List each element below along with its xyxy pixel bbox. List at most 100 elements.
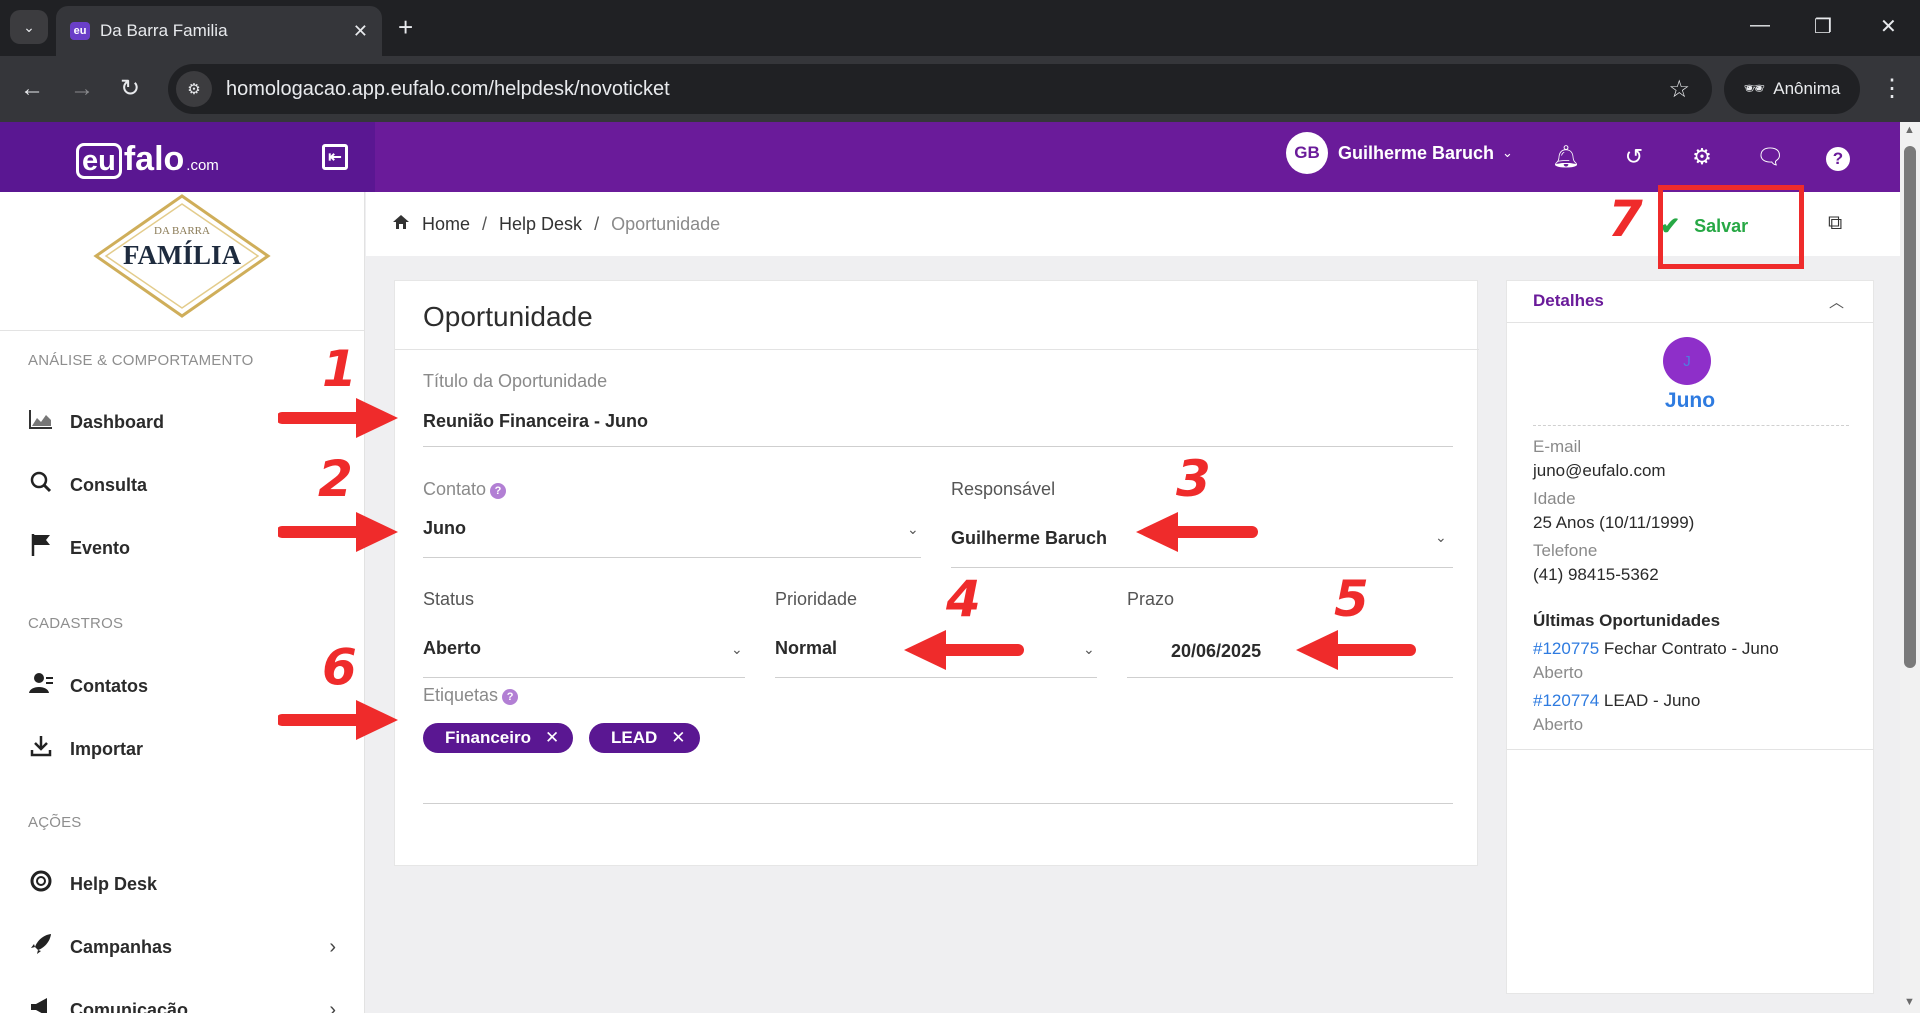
history-icon[interactable]: ↺ (1620, 144, 1648, 170)
responsavel-label: Responsável (951, 479, 1056, 499)
opportunity-form-card: Oportunidade Título da Oportunidade Reun… (394, 280, 1479, 866)
tab-title: Da Barra Familia (100, 21, 228, 40)
status-label: Status (423, 589, 475, 609)
tag-chip[interactable]: LEAD ✕ (589, 723, 700, 753)
breadcrumb-home[interactable]: Home (422, 214, 470, 235)
lifebuoy-icon (26, 870, 56, 898)
sidebar-item-help-desk[interactable]: Help Desk (26, 864, 346, 904)
collapse-sidebar-icon[interactable]: ⇤ (322, 144, 348, 170)
prioridade-select[interactable]: Normal (775, 638, 837, 659)
chevron-down-icon[interactable]: ⌄ (1435, 529, 1447, 546)
open-window-icon[interactable]: ⧉ (1828, 212, 1842, 235)
sidebar-item-label: Consulta (70, 474, 148, 495)
opportunity-status: Aberto (1533, 663, 1584, 682)
search-icon (26, 471, 56, 499)
bell-icon[interactable]: 🔔︎ (1552, 144, 1580, 170)
download-icon (26, 735, 56, 763)
chevron-down-icon: ⌄ (1502, 145, 1513, 160)
reload-icon[interactable]: ↻ (120, 74, 140, 104)
sidebar-item-comunicacao[interactable]: Comunicação › (26, 990, 346, 1013)
prioridade-label: Prioridade (775, 589, 858, 609)
favicon-icon: eu (70, 22, 90, 40)
home-icon[interactable] (392, 214, 410, 235)
chevron-down-icon[interactable]: ⌄ (1083, 641, 1095, 658)
logo-eu: eu (76, 143, 122, 179)
prazo-underline (1127, 677, 1453, 678)
details-title: Detalhes (1533, 291, 1604, 310)
user-menu[interactable]: GB Guilherme Baruch ⌄ (1286, 132, 1513, 174)
scroll-up-icon[interactable]: ▲ (1904, 124, 1915, 136)
email-label: E-mail (1533, 437, 1582, 456)
ultimas-oportunidades-title: Últimas Oportunidades (1533, 611, 1721, 630)
eufalo-logo[interactable]: eu falo .com (76, 140, 219, 179)
page-scrollbar[interactable]: ▲ ▼ (1900, 122, 1920, 1013)
tag-chip[interactable]: Financeiro ✕ (423, 723, 574, 753)
help-icon[interactable]: ? (502, 689, 519, 705)
contact-name-link[interactable]: Juno (1507, 389, 1873, 413)
close-window-icon[interactable]: ✕ (1880, 14, 1897, 39)
save-highlight-box (1658, 185, 1804, 269)
forward-icon[interactable]: → (70, 74, 94, 104)
incognito-profile-button[interactable]: 🕶 Anônima (1724, 64, 1860, 114)
annotation-number-7: 7 (1608, 190, 1643, 248)
responsavel-underline (951, 567, 1453, 568)
opportunity-id-link[interactable]: #120775 (1533, 639, 1599, 658)
chevron-up-icon[interactable]: ︿ (1829, 291, 1844, 312)
brand-zone: eu falo .com ⇤ (0, 122, 375, 192)
telefone-value: (41) 98415-5362 (1533, 565, 1659, 584)
annotation-arrow-right (278, 512, 398, 552)
chat-icon[interactable]: 🗨 (1756, 144, 1784, 170)
chevron-down-icon[interactable]: ⌄ (907, 521, 919, 538)
chart-icon (26, 409, 56, 435)
address-bar[interactable]: ⚙ homologacao.app.eufalo.com/helpdesk/no… (168, 64, 1712, 114)
sidebar-item-label: Comunicação (70, 999, 189, 1013)
sidebar-item-consulta[interactable]: Consulta (26, 465, 346, 505)
avatar: GB (1286, 132, 1328, 174)
back-icon[interactable]: ← (20, 74, 44, 104)
responsavel-select[interactable]: Guilherme Baruch (951, 528, 1107, 549)
main-content: Home / Help Desk / Oportunidade ✔ Salvar… (366, 192, 1900, 1013)
minimize-icon[interactable]: — (1750, 14, 1770, 37)
remove-tag-icon[interactable]: ✕ (671, 728, 685, 748)
etiquetas-label: Etiquetas? (423, 685, 519, 706)
contato-underline (423, 557, 921, 558)
prazo-date-input[interactable]: 20/06/2025 (1171, 641, 1261, 662)
url-text[interactable]: homologacao.app.eufalo.com/helpdesk/novo… (226, 78, 1668, 101)
sidebar-item-campanhas[interactable]: Campanhas › (26, 927, 346, 967)
help-icon[interactable]: ? (490, 483, 507, 499)
chevron-down-icon[interactable]: ⌄ (731, 641, 743, 658)
breadcrumb-help-desk[interactable]: Help Desk (499, 214, 582, 235)
flag-icon (26, 533, 56, 563)
new-tab-button[interactable]: + (398, 12, 413, 42)
help-icon[interactable]: ? (1824, 144, 1852, 171)
remove-tag-icon[interactable]: ✕ (545, 728, 559, 748)
breadcrumb-current: Oportunidade (611, 214, 721, 234)
telefone-label: Telefone (1533, 541, 1598, 560)
opportunity-status: Aberto (1533, 715, 1584, 734)
restore-icon[interactable]: ❐ (1814, 14, 1832, 39)
details-panel: Detalhes ︿ J Juno E-mail juno@eufalo.com… (1506, 280, 1874, 994)
titulo-field[interactable]: Reunião Financeira - Juno (423, 411, 648, 432)
rocket-icon (26, 933, 56, 961)
opportunity-name: Fechar Contrato - Juno (1603, 639, 1779, 658)
scroll-down-icon[interactable]: ▼ (1904, 996, 1915, 1008)
browser-menu-icon[interactable]: ⋮ (1880, 74, 1904, 103)
gear-icon[interactable]: ⚙ (1688, 144, 1716, 170)
contato-select[interactable]: Juno (423, 518, 466, 539)
svg-text:DA BARRA: DA BARRA (154, 225, 210, 237)
opportunity-item[interactable]: #120775 Fechar Contrato - Juno (1533, 639, 1779, 659)
idade-value: 25 Anos (10/11/1999) (1533, 513, 1695, 532)
status-select[interactable]: Aberto (423, 638, 481, 659)
details-divider (1507, 749, 1873, 750)
bookmark-star-icon[interactable]: ☆ (1668, 75, 1690, 104)
opportunity-id-link[interactable]: #120774 (1533, 691, 1599, 710)
titulo-label: Título da Oportunidade (423, 371, 608, 391)
browser-tab[interactable]: eu Da Barra Familia ✕ (56, 6, 382, 56)
etiquetas-label-text: Etiquetas (423, 685, 499, 705)
opportunity-item[interactable]: #120774 LEAD - Juno (1533, 691, 1700, 711)
scroll-thumb[interactable] (1904, 146, 1916, 668)
tab-search-button[interactable]: ⌄ (10, 10, 48, 44)
details-header[interactable]: Detalhes ︿ (1507, 281, 1873, 323)
close-tab-icon[interactable]: ✕ (353, 21, 368, 42)
site-info-icon[interactable]: ⚙ (176, 71, 212, 107)
